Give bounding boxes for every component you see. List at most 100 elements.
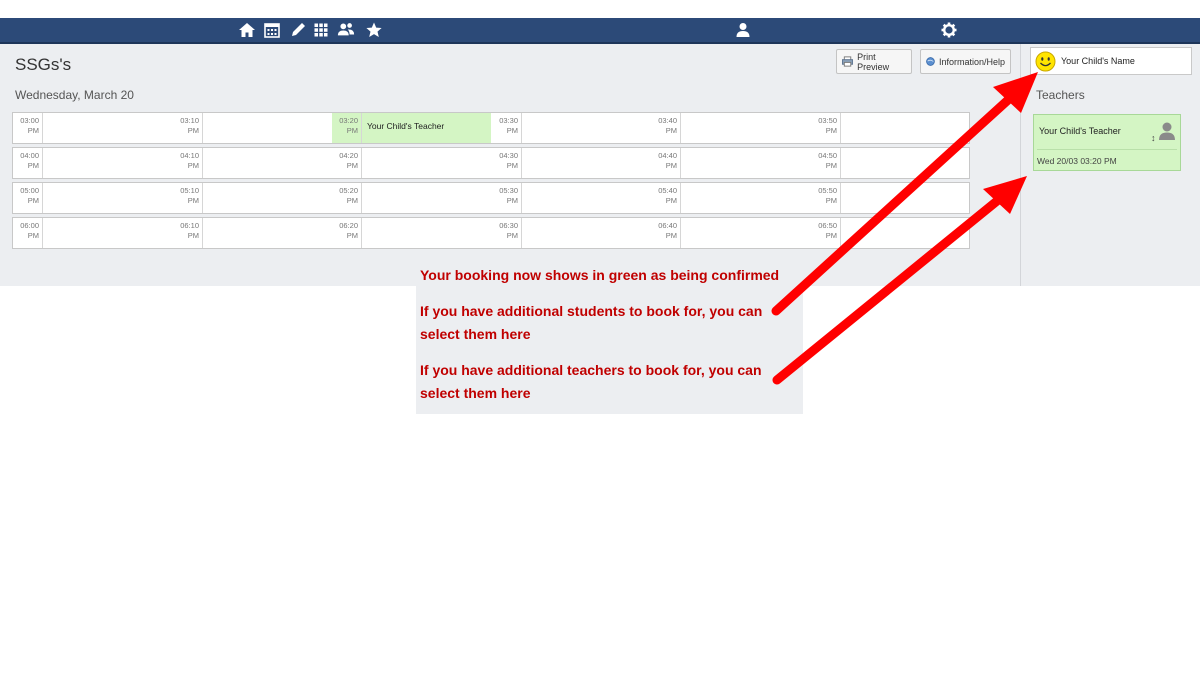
- information-help-button[interactable]: Information/Help: [920, 49, 1011, 74]
- print-preview-label: Print Preview: [857, 51, 890, 72]
- slot-time-hour: 06:00: [20, 221, 39, 230]
- slot-time-hour: 03:10: [180, 116, 199, 125]
- timeslot[interactable]: 06:40 PM: [651, 218, 810, 248]
- slot-time: 03:50 PM: [811, 113, 841, 143]
- timeslot-booked[interactable]: 03:20 PM Your Child's Teacher: [332, 113, 491, 143]
- callout-line-teachers-1: If you have additional teachers to book …: [420, 362, 762, 378]
- page-date: Wednesday, March 20: [15, 88, 134, 102]
- slot-time: 03:10 PM: [173, 113, 203, 143]
- slot-time: 05:50 PM: [811, 183, 841, 213]
- slot-time: 05:20 PM: [332, 183, 362, 213]
- timeslot[interactable]: 06:10 PM: [173, 218, 332, 248]
- sort-handle-icon[interactable]: ↕: [1151, 133, 1156, 143]
- timeslot[interactable]: 05:50 PM: [811, 183, 970, 213]
- smiley-icon: [1035, 51, 1056, 72]
- slot-time-hour: 05:10: [180, 186, 199, 195]
- grid-icon[interactable]: [312, 21, 330, 39]
- slot-time-hour: 03:50: [818, 116, 837, 125]
- slot-time: 04:00 PM: [13, 148, 43, 178]
- star-icon[interactable]: [365, 21, 383, 39]
- slot-time-period: PM: [27, 126, 39, 135]
- timeslot[interactable]: 06:00 PM: [13, 218, 172, 248]
- slot-time: 05:30 PM: [492, 183, 522, 213]
- timeslot[interactable]: 06:30 PM: [492, 218, 651, 248]
- timeslot[interactable]: 04:50 PM: [811, 148, 970, 178]
- timeslot-row: 04:00 PM 04:10 PM 04:20 PM 04:30 PM 04:40 PM 04:50…: [12, 147, 970, 179]
- print-preview-button[interactable]: Print Preview: [836, 49, 912, 74]
- timeslot-row: 03:00 PM 03:10 PM 03:20 PM Your Child's Teache…: [12, 112, 970, 144]
- calendar-icon[interactable]: [263, 21, 281, 39]
- timeslot[interactable]: 03:40 PM: [651, 113, 810, 143]
- teacher-avatar-icon: [1159, 122, 1175, 140]
- panel-divider: [1020, 44, 1021, 286]
- timeslot[interactable]: 04:00 PM: [13, 148, 172, 178]
- pencil-icon[interactable]: [289, 21, 307, 39]
- slot-booking-label: Your Child's Teacher: [367, 121, 445, 131]
- callout-line-teachers-2: select them here: [420, 385, 531, 401]
- slot-time-period: PM: [825, 161, 837, 170]
- slot-time: 06:50 PM: [811, 218, 841, 248]
- timeslot[interactable]: 04:10 PM: [173, 148, 332, 178]
- slot-time-hour: 03:00: [20, 116, 39, 125]
- user-icon[interactable]: [734, 21, 752, 39]
- timeslot[interactable]: 03:00 PM: [13, 113, 172, 143]
- timeslot[interactable]: 04:40 PM: [651, 148, 810, 178]
- slot-time-hour: 06:50: [818, 221, 837, 230]
- timeslot[interactable]: 06:50 PM: [811, 218, 970, 248]
- slot-time-period: PM: [346, 126, 358, 135]
- slot-time-hour: 06:30: [499, 221, 518, 230]
- slot-time-hour: 06:10: [180, 221, 199, 230]
- slot-time-period: PM: [27, 161, 39, 170]
- timeslot[interactable]: 04:20 PM: [332, 148, 491, 178]
- slot-time-period: PM: [506, 196, 518, 205]
- timeslot-row: 05:00 PM 05:10 PM 05:20 PM 05:30 PM 05:40 PM 05:50…: [12, 182, 970, 214]
- slot-time-period: PM: [27, 196, 39, 205]
- timeslot[interactable]: 05:10 PM: [173, 183, 332, 213]
- timeslot-row: 06:00 PM 06:10 PM 06:20 PM 06:30 PM 06:40 PM 06:50…: [12, 217, 970, 249]
- info-globe-icon: [926, 57, 935, 66]
- slot-time: 05:00 PM: [13, 183, 43, 213]
- timeslot[interactable]: 05:40 PM: [651, 183, 810, 213]
- slot-time-period: PM: [346, 231, 358, 240]
- slot-time: 05:10 PM: [173, 183, 203, 213]
- timeslot[interactable]: 03:10 PM: [173, 113, 332, 143]
- slot-time: 04:30 PM: [492, 148, 522, 178]
- slot-time-hour: 06:20: [339, 221, 358, 230]
- timeslot[interactable]: 05:30 PM: [492, 183, 651, 213]
- slot-time: 03:40 PM: [651, 113, 681, 143]
- printer-icon: [842, 56, 854, 67]
- slot-time-hour: 03:30: [499, 116, 518, 125]
- child-selector[interactable]: Your Child's Name: [1030, 47, 1192, 75]
- slot-time: 05:40 PM: [651, 183, 681, 213]
- slot-time-period: PM: [27, 231, 39, 240]
- timeslot[interactable]: 05:20 PM: [332, 183, 491, 213]
- teacher-card-time: Wed 20/03 03:20 PM: [1037, 156, 1117, 166]
- slot-time: 06:20 PM: [332, 218, 362, 248]
- child-name: Your Child's Name: [1061, 56, 1135, 66]
- slot-time: 03:20 PM: [332, 113, 362, 143]
- timeslot[interactable]: 04:30 PM: [492, 148, 651, 178]
- teacher-card[interactable]: Your Child's Teacher ↕ Wed 20/03 03:20 P…: [1033, 114, 1181, 171]
- people-icon[interactable]: [337, 21, 355, 39]
- timeslot[interactable]: 06:20 PM: [332, 218, 491, 248]
- slot-time-hour: 04:50: [818, 151, 837, 160]
- slot-time-hour: 04:00: [20, 151, 39, 160]
- slot-time-period: PM: [187, 161, 199, 170]
- home-icon[interactable]: [238, 21, 256, 39]
- slot-time: 03:00 PM: [13, 113, 43, 143]
- gear-icon[interactable]: [940, 21, 958, 39]
- slot-time-hour: 05:40: [658, 186, 677, 195]
- slot-time: 04:20 PM: [332, 148, 362, 178]
- timeslot[interactable]: 03:50 PM: [811, 113, 970, 143]
- timeslot[interactable]: 03:30 PM: [492, 113, 651, 143]
- slot-time: 04:10 PM: [173, 148, 203, 178]
- slot-time-period: PM: [665, 126, 677, 135]
- timeslot[interactable]: 05:00 PM: [13, 183, 172, 213]
- slot-time: 04:40 PM: [651, 148, 681, 178]
- slot-time-period: PM: [665, 231, 677, 240]
- slot-time-hour: 05:00: [20, 186, 39, 195]
- callout-line-booking-confirmed: Your booking now shows in green as being…: [420, 267, 780, 283]
- teacher-card-divider: [1037, 149, 1177, 150]
- slot-time-period: PM: [346, 161, 358, 170]
- slot-time-hour: 05:30: [499, 186, 518, 195]
